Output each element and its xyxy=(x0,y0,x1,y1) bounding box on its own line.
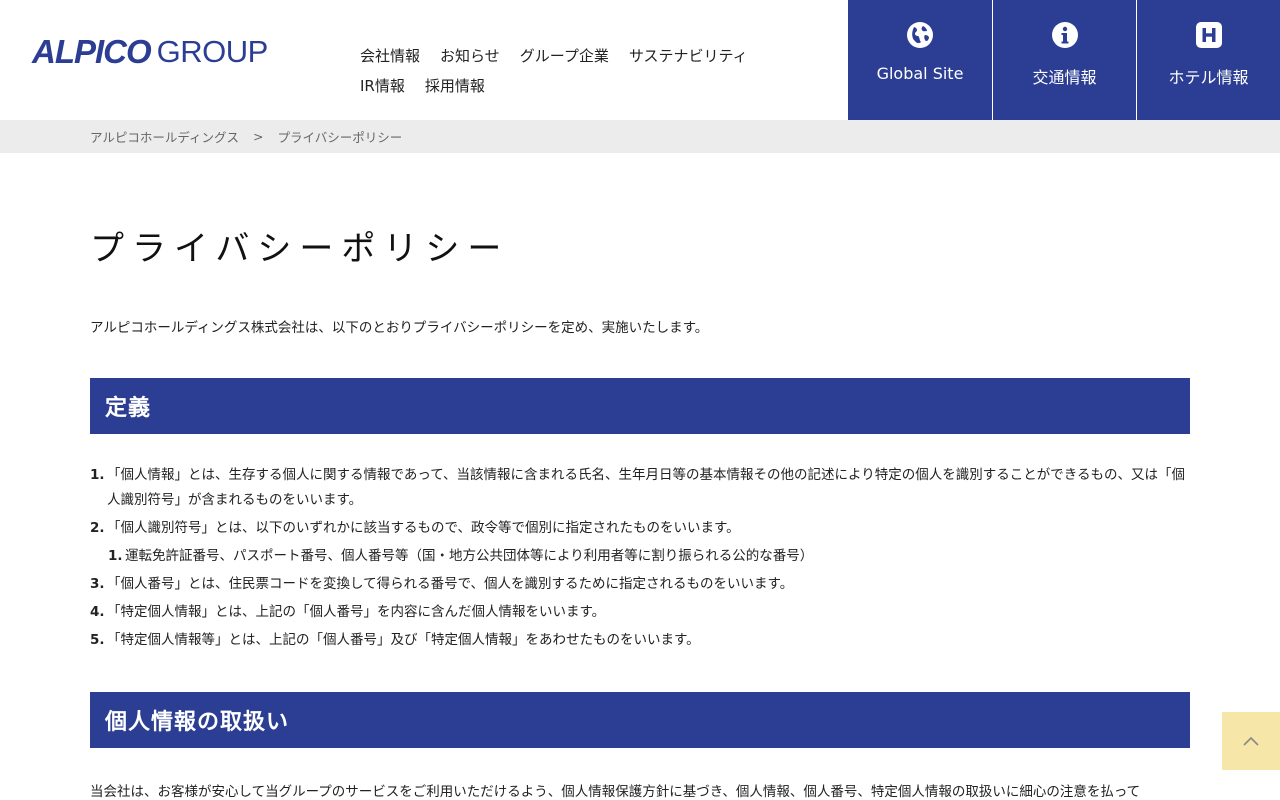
hotel-info-label: ホテル情報 xyxy=(1168,68,1249,87)
nav-recruit[interactable]: 採用情報 xyxy=(425,75,485,96)
list-item-text: 「特定個人情報等」とは、上記の「個人番号」及び「特定個人情報」をあわせたものをい… xyxy=(107,632,700,648)
list-item: 4. 「特定個人情報」とは、上記の「個人番号」を内容に含んだ個人情報をいいます。 xyxy=(90,600,1190,625)
intro-text: アルピコホールディングス株式会社は、以下のとおりプライバシーポリシーを定め、実施… xyxy=(90,320,709,336)
list-item: 1. 「個人情報」とは、生存する個人に関する情報であって、当該情報に含まれる氏名… xyxy=(90,463,1190,513)
nav-group-companies[interactable]: グループ企業 xyxy=(520,45,609,66)
header-buttons: Global Site 交通情報 ホテル情報 xyxy=(848,0,1280,120)
traffic-info-button[interactable]: 交通情報 xyxy=(992,0,1136,120)
chevron-up-icon xyxy=(1242,732,1260,751)
nav-news[interactable]: お知らせ xyxy=(440,45,500,66)
section-heading-handling: 個人情報の取扱い xyxy=(90,692,1190,748)
list-item: 2. 「個人識別符号」とは、以下のいずれかに該当するもので、政令等で個別に指定さ… xyxy=(90,516,1190,541)
list-item-number: 4. xyxy=(90,604,105,620)
list-item-text: 「特定個人情報」とは、上記の「個人番号」を内容に含んだ個人情報をいいます。 xyxy=(107,604,606,620)
list-item-number: 1. xyxy=(90,467,105,483)
global-site-button[interactable]: Global Site xyxy=(848,0,992,120)
nav-sustainability[interactable]: サステナビリティ xyxy=(629,45,748,66)
site-header: ALPICO GROUP 会社情報 お知らせ グループ企業 サステナビリティ I… xyxy=(0,0,1280,120)
list-item-number: 5. xyxy=(90,632,105,648)
alpico-logo[interactable]: ALPICO GROUP xyxy=(32,30,268,74)
global-site-label: Global Site xyxy=(876,64,964,83)
logo-group-text: GROUP xyxy=(156,34,269,69)
breadcrumb: アルピコホールディングス > プライバシーポリシー xyxy=(0,120,1280,153)
breadcrumb-separator: > xyxy=(253,129,264,144)
sub-list-item: 1. 運転免許証番号、パスポート番号、個人番号等（国・地方公共団体等により利用者… xyxy=(90,544,1190,569)
list-item-number: 3. xyxy=(90,576,105,592)
handling-body-text: 当会社は、お客様が安心して当グループのサービスをご利用いただけるよう、個人情報保… xyxy=(90,784,1141,800)
global-nav: 会社情報 お知らせ グループ企業 サステナビリティ IR情報 採用情報 xyxy=(360,40,790,100)
traffic-info-label: 交通情報 xyxy=(1032,68,1097,87)
list-item-number: 2. xyxy=(90,520,105,536)
breadcrumb-current: プライバシーポリシー xyxy=(277,130,403,145)
page-top-button[interactable] xyxy=(1222,712,1280,770)
hotel-info-button[interactable]: ホテル情報 xyxy=(1136,0,1280,120)
section-heading-definitions: 定義 xyxy=(90,378,1190,434)
nav-company[interactable]: 会社情報 xyxy=(360,45,420,66)
list-item-text: 「個人情報」とは、生存する個人に関する情報であって、当該情報に含まれる氏名、生年… xyxy=(107,467,1185,508)
list-item: 3. 「個人番号」とは、住民票コードを変換して得られる番号で、個人を識別するため… xyxy=(90,572,1190,597)
logo-mark: ALPICO xyxy=(32,33,152,70)
list-item-text: 「個人識別符号」とは、以下のいずれかに該当するもので、政令等で個別に指定されたも… xyxy=(107,520,740,536)
globe-icon xyxy=(905,20,935,50)
page-title: プライバシーポリシー xyxy=(90,229,510,269)
hotel-icon xyxy=(1194,20,1224,50)
list-item-text: 運転免許証番号、パスポート番号、個人番号等（国・地方公共団体等により利用者等に割… xyxy=(125,548,814,564)
list-item: 5. 「特定個人情報等」とは、上記の「個人番号」及び「特定個人情報」をあわせたも… xyxy=(90,628,1190,653)
list-item-number: 1. xyxy=(108,548,123,564)
definitions-list: 1. 「個人情報」とは、生存する個人に関する情報であって、当該情報に含まれる氏名… xyxy=(90,463,1190,656)
list-item-text: 「個人番号」とは、住民票コードを変換して得られる番号で、個人を識別するために指定… xyxy=(107,576,794,592)
info-icon xyxy=(1050,20,1080,50)
nav-ir[interactable]: IR情報 xyxy=(360,75,405,96)
breadcrumb-home[interactable]: アルピコホールディングス xyxy=(90,127,239,146)
